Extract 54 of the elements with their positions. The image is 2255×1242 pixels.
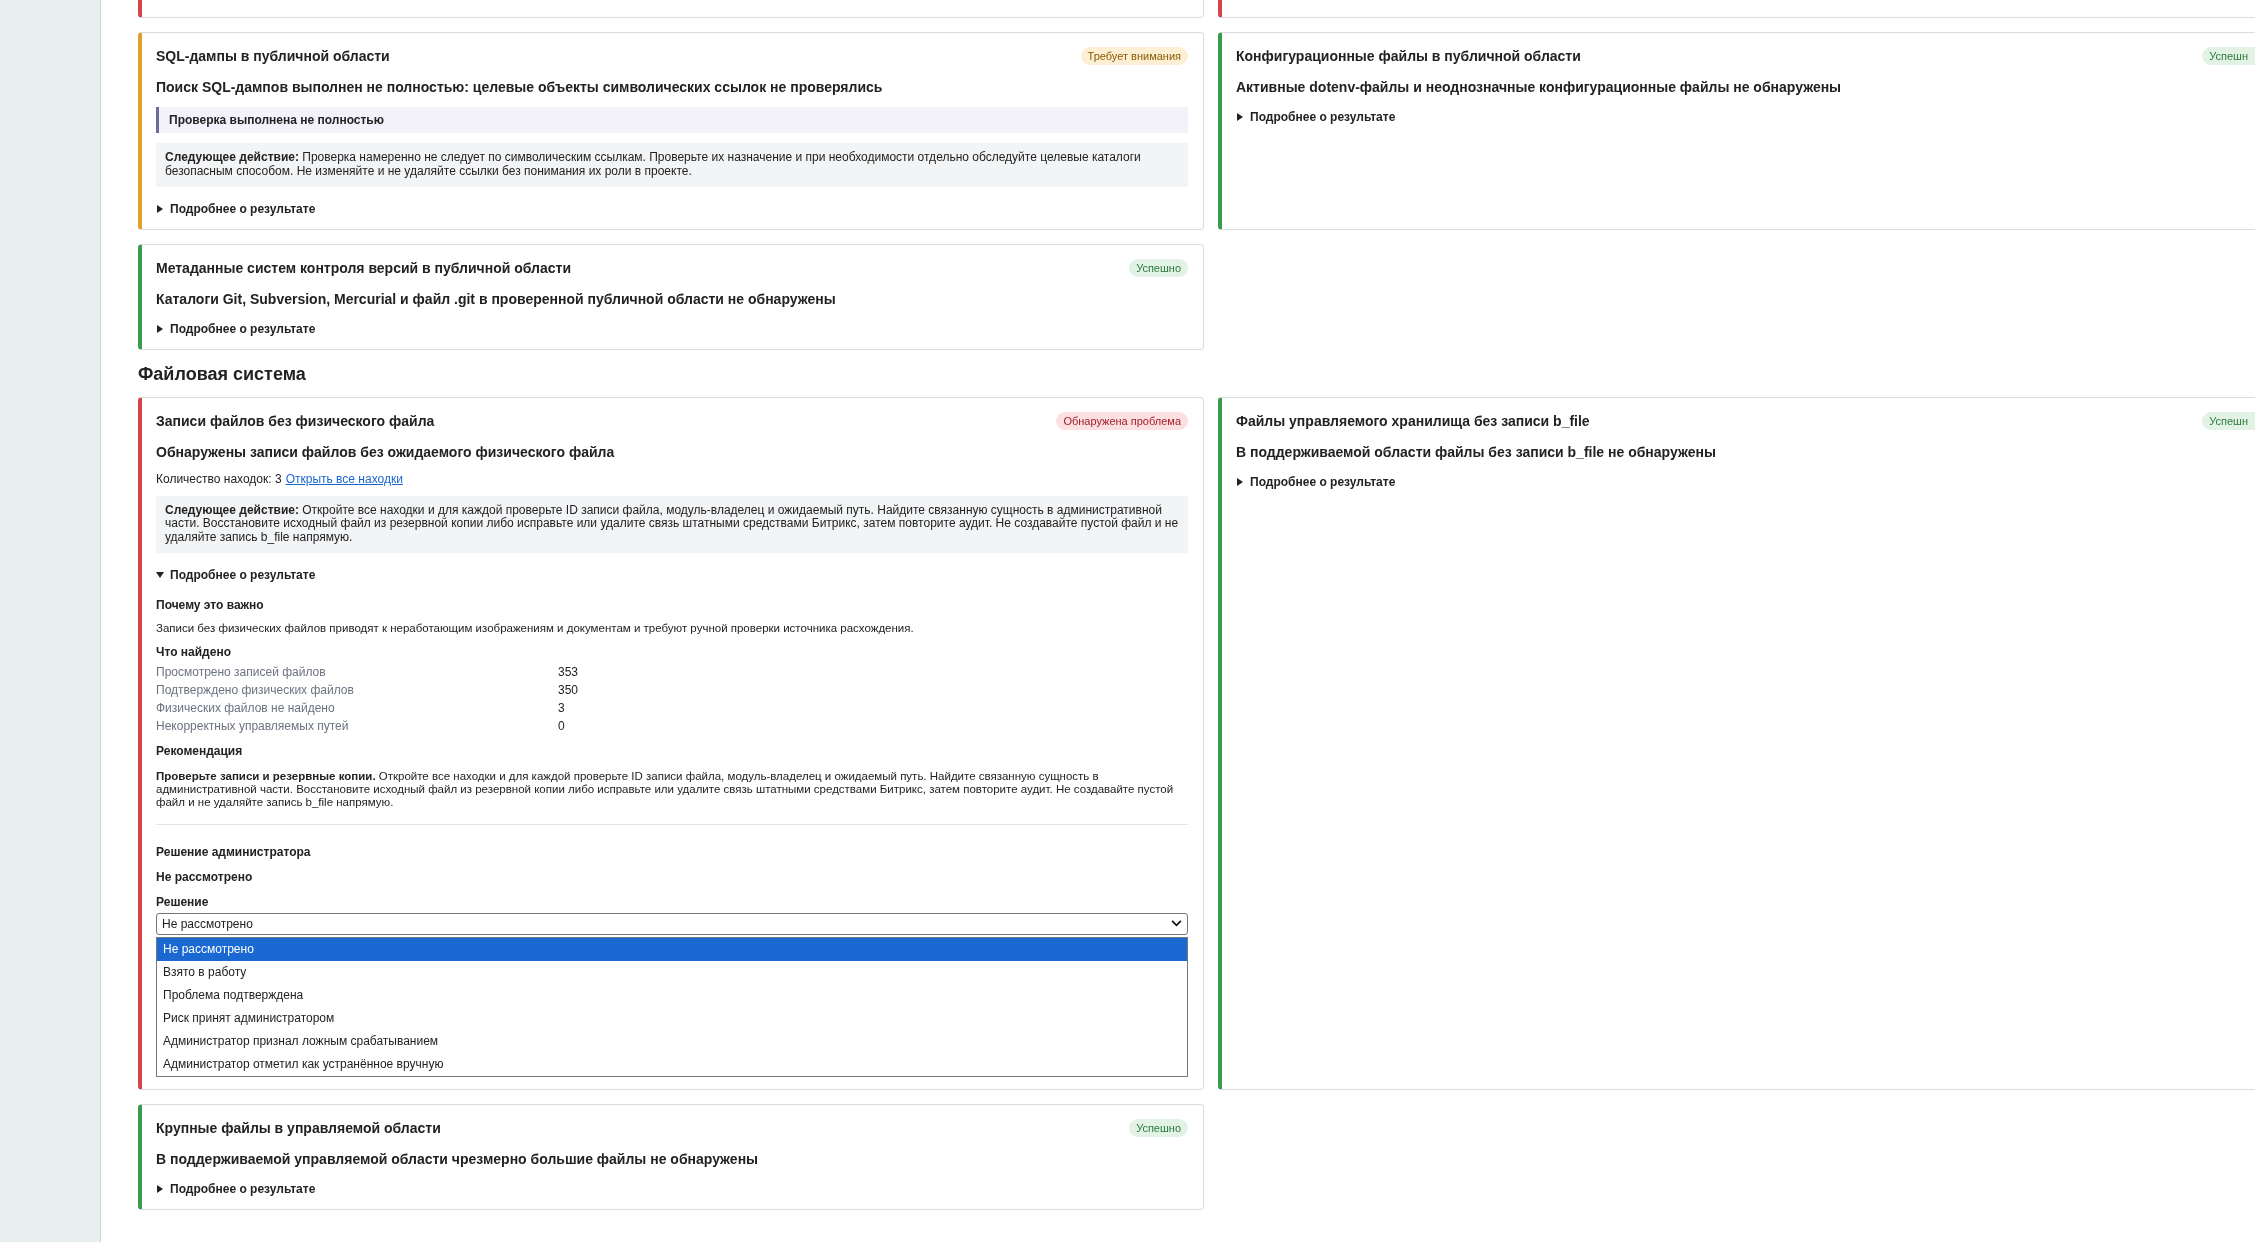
result-summary: В поддерживаемой области файлы без записи b_file не обнаружены: [1236, 443, 1717, 460]
paragraph: Записи без физических файлов приводят к неработающим изображениям и документам и требуют ручной проверки источника расхождения.: [156, 622, 915, 634]
decision-status: Не рассмотрено: [156, 869, 254, 884]
status-badge: Успешн: [2202, 411, 2255, 430]
result-summary: Каталоги Git, Subversion, Mercurial и файл .git в проверенной публичной области не обнаружены: [156, 290, 837, 307]
details-toggle[interactable]: Подробнее о результате: [156, 1181, 316, 1196]
subheading: Решение администратора: [156, 844, 312, 859]
stat-value: 0: [558, 719, 566, 733]
card-title: Записи файлов без физического файла: [156, 412, 435, 429]
stat-value: 353: [558, 665, 579, 679]
findings-count: Количество находок: 3: [156, 471, 282, 486]
stat-label: Физических файлов не найдено: [156, 701, 336, 715]
dropdown-option[interactable]: Проблема подтверждена: [157, 983, 1187, 1007]
chevron-down-icon: [1171, 920, 1182, 928]
stat-label: Подтверждено физических файлов: [156, 683, 355, 697]
status-badge: Успешно: [1129, 258, 1188, 277]
card-title: SQL-дампы в публичной области: [156, 48, 390, 64]
details-toggle[interactable]: Подробнее о результате: [156, 568, 316, 582]
decision-select[interactable]: Не рассмотрено: [156, 912, 1188, 935]
field-label: Решение: [156, 894, 210, 909]
next-action-text: Следующее действие: Проверка намеренно не следует по символическим ссылкам. Проверьте их назначение и при необходимости отдельно обследуйте целевые каталоги безопасным способом. Не изменяйте и не удаляйте ссылки без понимания их роли в проекте.: [156, 143, 1188, 187]
subheading: Рекомендация: [156, 744, 244, 758]
notice-banner: Проверка выполнена не полностью: [156, 107, 1188, 133]
stat-label: Просмотрено записей файлов: [156, 665, 327, 679]
card-title: Файлы управляемого хранилища без записи b_file: [1236, 412, 1590, 429]
status-badge: Требует внимания: [1080, 47, 1188, 65]
details-toggle[interactable]: Подробнее о результате: [1236, 110, 1396, 124]
subheading: Почему это важно: [156, 598, 265, 612]
details-toggle[interactable]: Подробнее о результате: [156, 201, 316, 216]
stat-value: 350: [558, 683, 579, 697]
subheading: Что найдено: [156, 645, 232, 659]
card-title: Метаданные систем контроля версий в публичной области: [156, 259, 571, 276]
dropdown-option[interactable]: Администратор отметил как устранённое вручную: [157, 1052, 1187, 1076]
result-summary: Активные dotenv-файлы и неоднозначные конфигурационные файлы не обнаружены: [1236, 79, 1843, 95]
status-badge: Успешн: [2202, 47, 2255, 65]
dropdown-option[interactable]: Риск принят администратором: [157, 1006, 1187, 1030]
result-summary: В поддерживаемой управляемой области чрезмерно большие файлы не обнаружены: [156, 1150, 760, 1167]
stat-value: 3: [558, 701, 566, 715]
next-action-text: Следующее действие: Откройте все находки и для каждой проверьте ID записи файла, модуль-владелец и ожидаемый путь. Найдите связанную сущность в административной части. Восстановите исходный файл из резервной копии либо исправьте или удалите связь штатными средствами Битрикс, затем повторите аудит. Не создавайте пустой файл и не удаляйте запись b_file напрямую.: [156, 495, 1188, 553]
dropdown-option[interactable]: Администратор признал ложным срабатыванием: [157, 1029, 1187, 1053]
dropdown-option[interactable]: Не рассмотрено: [157, 937, 1187, 961]
details-toggle[interactable]: Подробнее о результате: [156, 321, 316, 336]
card-title: Конфигурационные файлы в публичной области: [1236, 48, 1581, 64]
section-heading: Файловая система: [138, 363, 307, 385]
status-badge: Успешно: [1129, 1118, 1188, 1137]
open-findings-link[interactable]: Открыть все находки: [285, 471, 403, 486]
card-title: Крупные файлы в управляемой области: [156, 1119, 441, 1136]
status-badge: Обнаружена проблема: [1056, 411, 1188, 430]
recommendation-text: Проверьте записи и резервные копии. Откройте все находки и для каждой проверьте ID записи файла, модуль-владелец и ожидаемый путь. Найдите связанную сущность в административной части. Восстановите исходный файл из резервной копии либо исправьте или удалите связь штатными средствами Битрикс, затем повторите аудит. Не создавайте пустой файл и не удаляйте запись b_file напрямую.: [156, 770, 1175, 810]
stat-label: Некорректных управляемых путей: [156, 719, 350, 733]
result-summary: Обнаружены записи файлов без ожидаемого физического файла: [156, 443, 616, 460]
dropdown-option[interactable]: Взято в работу: [157, 960, 1187, 984]
result-summary: Поиск SQL-дампов выполнен не полностью: целевые объекты символических ссылок не проверялись: [156, 79, 884, 95]
details-toggle[interactable]: Подробнее о результате: [1236, 474, 1396, 489]
